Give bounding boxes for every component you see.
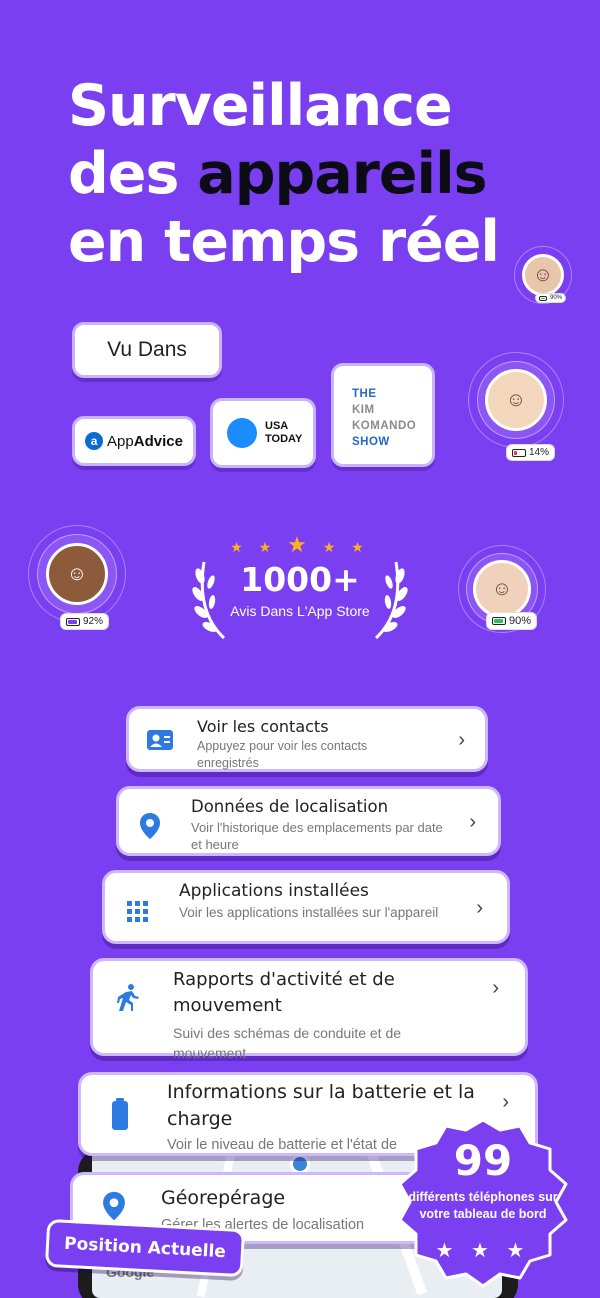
kim-line-2: KIM [352,404,375,416]
appadvice-logo: a AppAdvice [72,416,196,466]
battery-icon [107,1097,133,1131]
appadvice-text-a: App [107,432,134,450]
headline-line-1: Surveillance [68,73,453,139]
headline-line-2b: appareils [197,141,487,207]
headline: Surveillance des appareils en temps réel [68,72,500,276]
usa-today-line-1: USA [265,420,289,432]
avatar-boy-right: ☺ [468,352,564,448]
battery-percent-boy-left: 92% [83,616,104,627]
battery-badge-boy-right: 14% [506,444,556,461]
battery-fill [68,619,77,624]
feature-title: Applications installées [179,881,369,901]
award-count: 1000+ [240,560,360,599]
kim-komando-logo: THE KIM KOMANDO SHOW [331,363,435,467]
headline-line-2a: des [68,141,198,207]
battery-icon [512,448,526,457]
seal-text: différents téléphones sur votre tableau … [408,1190,558,1221]
feature-subtitle: Appuyez pour voir les contacts enregistr… [197,739,368,770]
location-pin-icon [135,811,165,841]
feature-title: Géorepérage [161,1187,286,1209]
usa-today-dot-icon [227,418,257,448]
appadvice-text: AppAdvice [107,433,183,450]
avatar-grandma-face: ☺ [473,560,531,618]
battery-percent-boy-right: 14% [529,447,550,458]
battery-percent-grandma: 90% [509,615,532,627]
avatar-boy-left: ☺ [28,525,126,623]
avatar-man-face: ☺ [522,254,564,296]
chevron-right-icon: › [476,897,483,919]
headline-line-2: des appareils [68,140,499,208]
feature-subtitle: Suivi des schémas de conduite et de mouv… [173,1025,402,1061]
usa-today-line-2: TODAY [265,433,303,445]
feature-card-apps[interactable]: Applications installées Voir les applica… [102,870,510,944]
feature-subtitle: Voir l'historique des emplacements par d… [191,820,443,852]
battery-badge-grandma: 90% [486,612,538,630]
battery-icon [492,617,506,625]
geofence-pin-icon [99,1189,129,1223]
chevron-right-icon: › [458,729,465,751]
headline-line-3: en temps réel [68,209,500,275]
battery-icon [539,295,547,301]
running-person-icon [113,983,143,1013]
battery-fill [541,297,545,299]
position-actuelle-label: Position Actuelle [44,1218,246,1278]
appadvice-icon: a [85,432,104,450]
battery-fill [514,450,517,455]
avatar-boy-right-face: ☺ [485,369,547,431]
seal-number: 99 [453,1136,513,1185]
seal-stars-icon: ★ ★ ★ [435,1240,531,1262]
appadvice-text-b: Advice [133,432,183,450]
award-subtitle: Avis Dans L'App Store [230,603,370,619]
kim-line-4: SHOW [352,436,390,448]
feature-card-contacts[interactable]: Voir les contacts Appuyez pour voir les … [126,706,488,772]
feature-card-location[interactable]: Données de localisation Voir l'historiqu… [116,786,501,856]
map-pin-icon[interactable] [290,1154,310,1174]
feature-title: Voir les contacts [197,717,329,736]
phones-count-seal: 99 différents téléphones sur votre table… [388,1116,578,1294]
contacts-icon [143,725,177,755]
feature-subtitle: Voir les applications installées sur l'a… [179,905,439,920]
battery-icon [66,617,80,626]
feature-card-activity[interactable]: Rapports d'activité et de mouvement Suiv… [90,958,528,1061]
kim-line-1: THE [352,388,377,400]
kim-line-3: KOMANDO [352,420,417,432]
usa-today-logo: USA TODAY [210,398,316,468]
battery-badge-man: 90% [535,293,567,303]
chevron-right-icon: › [502,1091,509,1113]
apps-grid-icon [123,897,153,927]
battery-fill [494,619,503,623]
feature-title: Données de localisation [191,797,389,816]
app-store-award: ★ ★ ★ ★ ★ 1000+ Avis Dans L'App Store [190,530,410,645]
usa-today-text: USA TODAY [265,420,302,446]
battery-percent-man: 90% [550,295,563,301]
vu-dans-label: Vu Dans [72,322,222,378]
feature-title: Rapports d'activité et de mouvement [173,969,395,1016]
chevron-right-icon: › [492,977,499,999]
chevron-right-icon: › [469,811,476,833]
avatar-boy-left-face: ☺ [46,543,108,605]
battery-badge-boy-left: 92% [60,613,110,630]
